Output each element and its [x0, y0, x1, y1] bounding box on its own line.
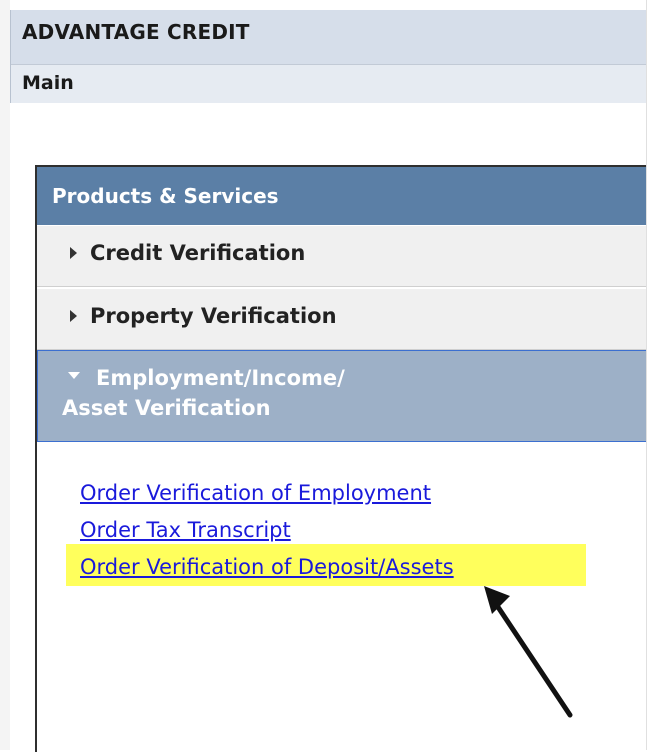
menu-item-label: Property Verification [90, 304, 337, 328]
panel-title: Products & Services [52, 184, 279, 208]
menu-item-employment-income-asset-verification[interactable]: Employment/Income/ Asset Verification [37, 350, 647, 442]
subnav-main-tab[interactable]: Main [22, 72, 74, 94]
page-left-margin [0, 0, 10, 750]
link-order-verification-of-deposit-assets[interactable]: Order Verification of Deposit/Assets [80, 549, 454, 586]
link-order-tax-transcript[interactable]: Order Tax Transcript [80, 512, 454, 549]
menu-item-label: Employment/Income/ Asset Verification [62, 363, 345, 423]
menu-item-credit-verification[interactable]: Credit Verification [37, 226, 647, 287]
company-name: ADVANTAGE CREDIT [22, 20, 250, 44]
menu-item-property-verification[interactable]: Property Verification [37, 289, 647, 350]
menu-item-label-line1: Employment/Income/ [96, 366, 345, 390]
submenu-links: Order Verification of Employment Order T… [80, 475, 454, 586]
menu-item-label: Credit Verification [90, 241, 306, 265]
expand-arrow-icon [70, 310, 77, 322]
subnav-bar [11, 64, 647, 103]
expand-arrow-icon [70, 247, 77, 259]
annotation-arrow-icon [484, 586, 573, 718]
menu-item-label-line2: Asset Verification [62, 396, 271, 420]
link-order-verification-of-employment[interactable]: Order Verification of Employment [80, 475, 454, 512]
